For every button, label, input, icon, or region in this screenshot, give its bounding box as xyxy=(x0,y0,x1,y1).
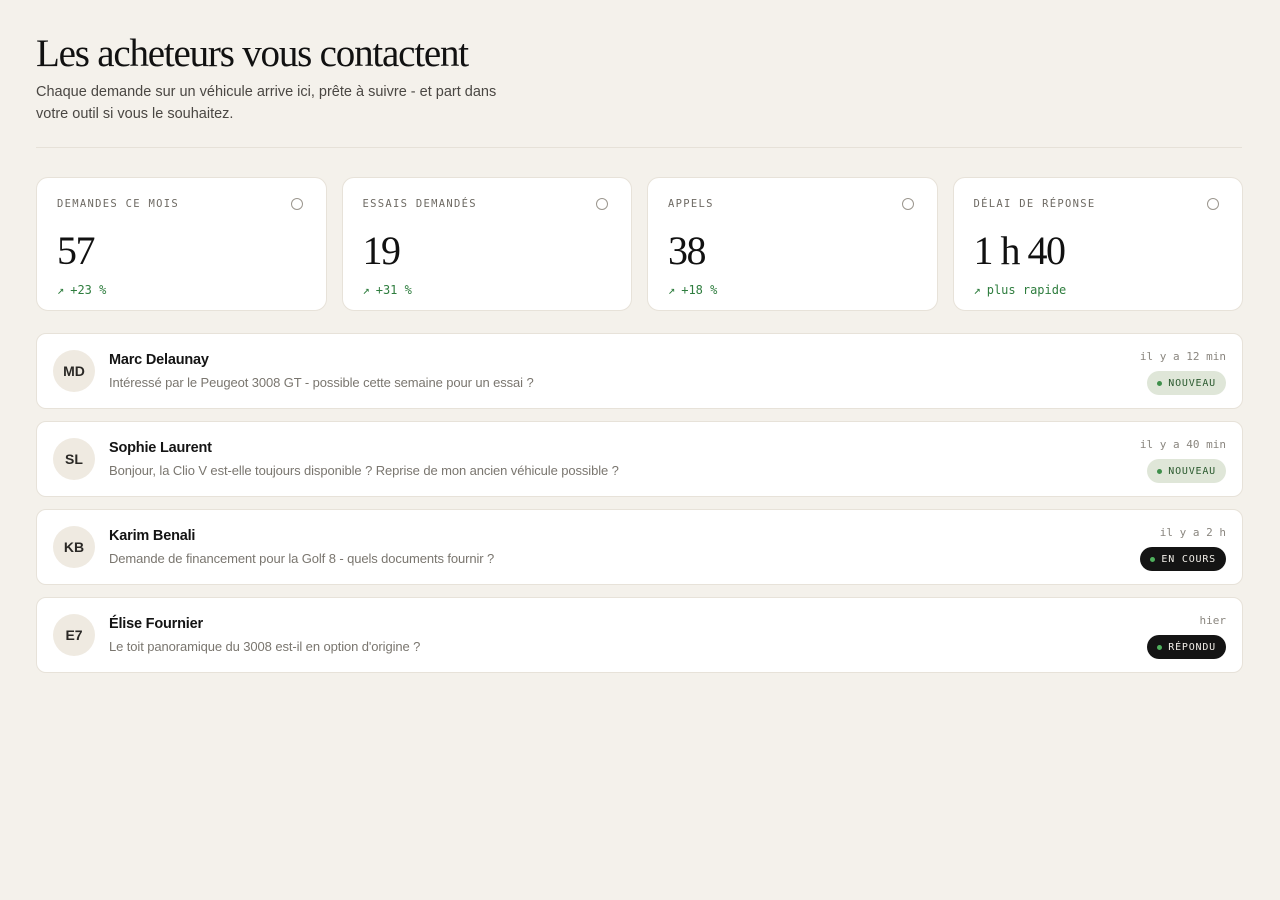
message-preview: Intéressé par le Peugeot 3008 GT - possi… xyxy=(109,375,534,390)
message-preview: Demande de financement pour la Golf 8 - … xyxy=(109,551,495,566)
stat-trend-text: +18 % xyxy=(681,283,718,297)
stat-label: DEMANDES CE MOIS xyxy=(57,198,179,210)
status-badge: NOUVEAU xyxy=(1147,371,1226,395)
stat-value: 19 xyxy=(362,228,401,273)
stat-label: APPELS xyxy=(668,198,714,210)
status-badge: NOUVEAU xyxy=(1147,459,1226,483)
status-label: NOUVEAU xyxy=(1168,465,1216,477)
message-time: il y a 12 min xyxy=(1139,350,1226,363)
stat-trend: ↗ +31 % xyxy=(363,283,612,297)
stat-trend: ↗ plus rapide xyxy=(974,283,1223,297)
message-row[interactable]: SL Sophie Laurent Bonjour, la Clio V est… xyxy=(36,421,1243,497)
avatar: KB xyxy=(53,526,95,568)
header-divider xyxy=(36,147,1242,148)
status-label: EN COURS xyxy=(1161,553,1216,565)
status-badge: EN COURS xyxy=(1140,547,1226,571)
avatar: MD xyxy=(53,350,95,392)
sender-name: Marc Delaunay xyxy=(109,352,209,368)
stat-value: 38 xyxy=(668,228,706,273)
status-label: NOUVEAU xyxy=(1168,377,1216,389)
sender-name: Karim Benali xyxy=(109,528,196,544)
status-badge: RÉPONDU xyxy=(1147,635,1226,659)
trend-up-icon: ↗ xyxy=(57,283,65,297)
info-circle-icon[interactable] xyxy=(901,198,914,210)
stat-trend: ↗ +23 % xyxy=(57,283,306,297)
status-dot-icon xyxy=(1157,644,1163,650)
info-circle-icon[interactable] xyxy=(1207,198,1219,210)
stat-value: 1 h 40 xyxy=(973,228,1066,273)
stat-card-calls[interactable]: APPELS 38 ↗ +18 % xyxy=(647,177,938,311)
stat-label: DÉLAI DE RÉPONSE xyxy=(973,198,1096,210)
message-row[interactable]: KB Karim Benali Demande de financement p… xyxy=(36,509,1243,585)
info-circle-icon[interactable] xyxy=(596,198,608,210)
message-row[interactable]: E7 Élise Fournier Le toit panoramique du… xyxy=(36,597,1243,673)
stat-trend: ↗ +18 % xyxy=(668,283,917,297)
stat-label: ESSAIS DEMANDÉS xyxy=(362,198,477,210)
page-title: Les acheteurs vous contactent xyxy=(36,32,469,75)
trend-up-icon: ↗ xyxy=(668,283,676,297)
trend-up-icon: ↗ xyxy=(973,283,981,297)
avatar: E7 xyxy=(53,614,95,656)
inbox-page: Les acheteurs vous contactent Chaque dem… xyxy=(0,0,1280,673)
status-label: RÉPONDU xyxy=(1168,641,1216,653)
message-time: il y a 40 min xyxy=(1139,438,1226,451)
info-circle-icon[interactable] xyxy=(290,198,303,210)
message-list: MD Marc Delaunay Intéressé par le Peugeo… xyxy=(36,333,1243,673)
message-time: hier xyxy=(1199,614,1227,627)
status-dot-icon xyxy=(1150,556,1156,562)
message-preview: Le toit panoramique du 3008 est-il en op… xyxy=(109,639,421,654)
stat-trend-text: +23 % xyxy=(70,283,107,297)
status-dot-icon xyxy=(1157,380,1163,386)
stat-trend-text: +31 % xyxy=(375,283,412,297)
stat-card-test-drives[interactable]: ESSAIS DEMANDÉS 19 ↗ +31 % xyxy=(341,177,632,311)
message-preview: Bonjour, la Clio V est-elle toujours dis… xyxy=(109,463,619,478)
stat-trend-text: plus rapide xyxy=(986,283,1067,297)
status-dot-icon xyxy=(1157,468,1163,474)
stat-card-response-time[interactable]: DÉLAI DE RÉPONSE 1 h 40 ↗ plus rapide xyxy=(952,177,1243,311)
trend-up-icon: ↗ xyxy=(362,283,370,297)
stats-row: DEMANDES CE MOIS 57 ↗ +23 % ESSAIS DEMAND… xyxy=(36,177,1243,311)
stat-card-requests[interactable]: DEMANDES CE MOIS 57 ↗ +23 % xyxy=(36,177,327,311)
page-subtitle: Chaque demande sur un véhicule arrive ic… xyxy=(36,84,497,122)
sender-name: Sophie Laurent xyxy=(109,440,212,456)
message-row[interactable]: MD Marc Delaunay Intéressé par le Peugeo… xyxy=(36,333,1243,409)
sender-name: Élise Fournier xyxy=(109,616,203,632)
stat-value: 57 xyxy=(57,228,95,273)
message-time: il y a 2 h xyxy=(1159,526,1226,539)
avatar: SL xyxy=(53,438,95,480)
